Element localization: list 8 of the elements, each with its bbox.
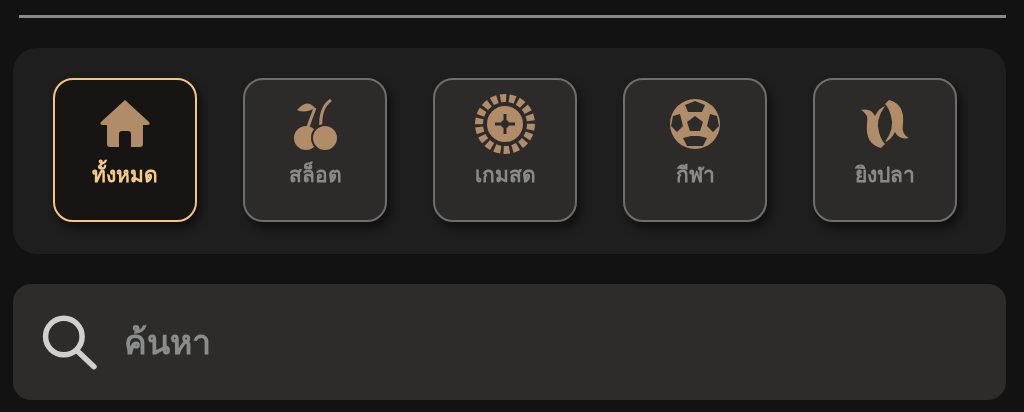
- search-bar[interactable]: ค้นหา: [13, 284, 1006, 400]
- category-tab[interactable]: ยิงปลา: [813, 78, 957, 222]
- roulette-icon: [475, 94, 535, 154]
- search-field[interactable]: ค้นหา: [121, 315, 978, 369]
- category-tab[interactable]: สล็อต: [243, 78, 387, 222]
- category-tab[interactable]: กีฬา: [623, 78, 767, 222]
- category-tab[interactable]: ทั้งหมด: [53, 78, 197, 222]
- category-tab[interactable]: เกมสด: [433, 78, 577, 222]
